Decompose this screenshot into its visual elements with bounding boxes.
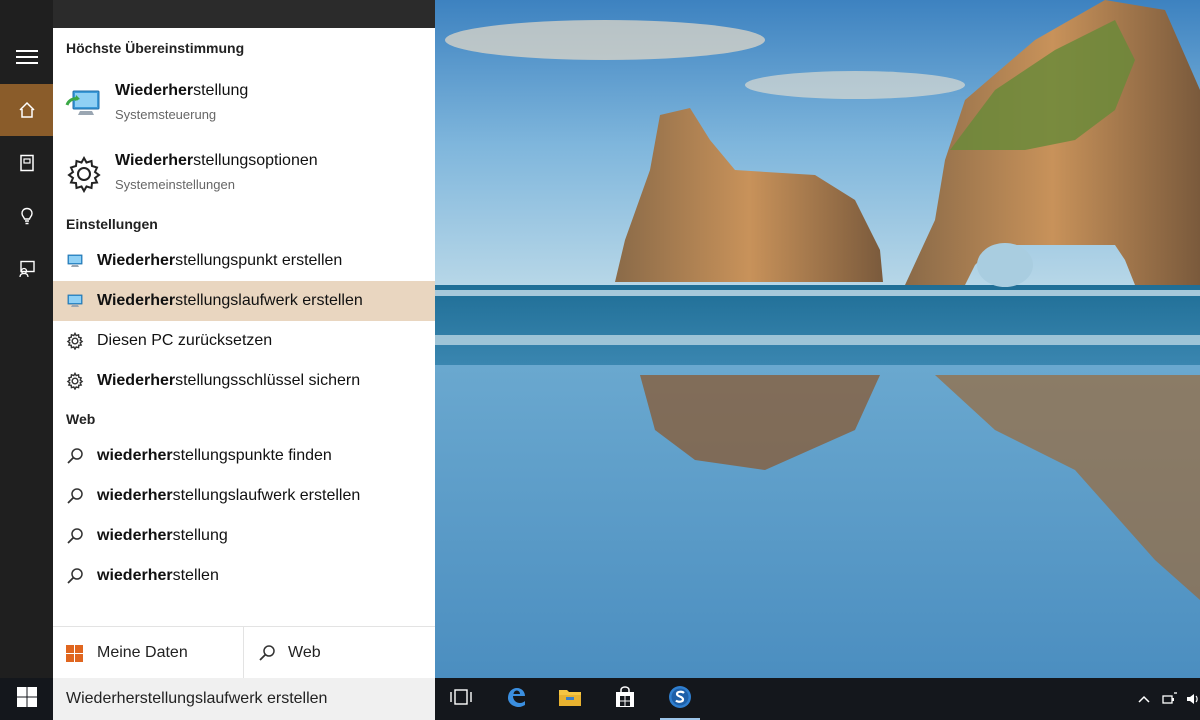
reminders-button[interactable] [0, 190, 53, 242]
best-match-name: Wiederherstellung [115, 82, 249, 99]
notebook-button[interactable] [0, 137, 53, 189]
monitor-icon [65, 251, 85, 271]
search-icon [65, 486, 85, 506]
web-suggestion[interactable]: wiederherstellungspunkte finden [53, 436, 435, 476]
settings-item-label: Wiederherstellungslaufwerk erstellen [97, 292, 363, 309]
network-icon[interactable] [1162, 692, 1178, 706]
task-view-icon [450, 688, 472, 710]
best-match-subtitle: Systemsteuerung [115, 107, 217, 122]
web-suggestion-label: wiederherstellen [97, 567, 219, 584]
web-suggestion[interactable]: wiederherstellung [53, 516, 435, 556]
menu-icon [15, 49, 38, 65]
settings-item-label: Wiederherstellungspunkt erstellen [97, 252, 343, 269]
taskbar-search-box[interactable]: Wiederherstellungslaufwerk erstellen [53, 678, 435, 720]
web-header: Web [66, 411, 96, 427]
best-match-recovery-options[interactable]: Wiederherstellungsoptionen Systemeinstel… [53, 142, 435, 208]
settings-item-create-recovery-drive[interactable]: Wiederherstellungslaufwerk erstellen [53, 281, 435, 321]
hamburger-menu-button[interactable] [0, 31, 53, 83]
windows-logo-icon [66, 644, 83, 662]
monitor-icon [65, 291, 85, 311]
taskbar: Wiederherstellungslaufwerk erstellen [0, 678, 1200, 720]
settings-item-reset-pc[interactable]: Diesen PC zurücksetzen [53, 321, 435, 361]
best-match-recovery[interactable]: Wiederherstellung Systemsteuerung [53, 72, 435, 138]
scope-tabs: Meine Daten Web [53, 626, 435, 679]
search-icon [65, 446, 85, 466]
home-icon [18, 101, 36, 119]
home-button[interactable] [0, 84, 53, 136]
app-icon [668, 685, 692, 714]
gear-icon [65, 371, 85, 391]
web-suggestion[interactable]: wiederherstellen [53, 556, 435, 596]
chevron-up-icon[interactable] [1138, 695, 1150, 703]
tab-my-data[interactable]: Meine Daten [53, 627, 243, 679]
web-suggestion[interactable]: wiederherstellungslaufwerk erstellen [53, 476, 435, 516]
edge-button[interactable] [492, 678, 540, 720]
feedback-icon [18, 260, 36, 278]
settings-item-backup-recovery-key[interactable]: Wiederherstellungsschlüssel sichern [53, 361, 435, 401]
left-rail [0, 0, 53, 678]
speaker-icon[interactable] [1186, 692, 1200, 706]
search-icon [65, 566, 85, 586]
search-query-text: Wiederherstellungslaufwerk erstellen [66, 690, 328, 707]
web-suggestion-label: wiederherstellungspunkte finden [97, 447, 332, 464]
search-icon [258, 644, 276, 662]
search-icon [65, 526, 85, 546]
system-tray [1138, 678, 1200, 720]
settings-header: Einstellungen [66, 216, 158, 232]
web-suggestion-label: wiederherstellungslaufwerk erstellen [97, 487, 361, 504]
best-match-name: Wiederherstellungsoptionen [115, 152, 318, 169]
tab-web-label: Web [288, 644, 321, 661]
gear-icon [65, 155, 103, 194]
file-explorer-button[interactable] [546, 678, 594, 720]
settings-item-label: Wiederherstellungsschlüssel sichern [97, 372, 361, 389]
store-button[interactable] [601, 678, 649, 720]
best-match-header: Höchste Übereinstimmung [66, 40, 245, 56]
windows-logo-icon [16, 686, 37, 712]
file-explorer-icon [558, 687, 582, 712]
tab-my-data-label: Meine Daten [97, 644, 188, 661]
web-suggestion-label: wiederherstellung [97, 527, 228, 544]
search-results-panel: Höchste Übereinstimmung Wiederherstellun… [53, 28, 435, 679]
lightbulb-icon [18, 207, 36, 225]
gear-icon [65, 331, 85, 351]
feedback-button[interactable] [0, 243, 53, 295]
start-button[interactable] [0, 678, 53, 720]
running-app-button[interactable] [656, 678, 704, 720]
settings-item-create-restore-point[interactable]: Wiederherstellungspunkt erstellen [53, 241, 435, 281]
settings-item-label: Diesen PC zurücksetzen [97, 332, 273, 349]
tab-web[interactable]: Web [244, 627, 435, 679]
task-view-button[interactable] [437, 678, 485, 720]
control-panel-icon [65, 85, 103, 123]
edge-icon [505, 686, 527, 713]
notebook-icon [18, 154, 36, 172]
panel-top-strip [53, 0, 435, 28]
best-match-subtitle: Systemeinstellungen [115, 177, 235, 192]
store-icon [614, 685, 636, 713]
desktop-wallpaper [435, 0, 1200, 678]
